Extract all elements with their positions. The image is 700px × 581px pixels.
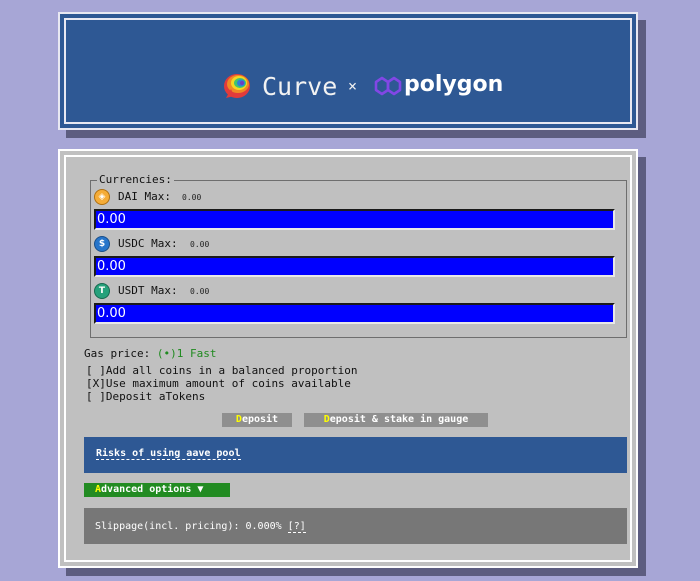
advanced-options-button[interactable]: Advanced options ▼ <box>84 483 230 497</box>
option-balanced-label: Add all coins in a balanced proportion <box>105 364 358 377</box>
deposit-button-label: eposit <box>241 414 279 425</box>
curve-logo-icon <box>224 74 250 98</box>
coin-label-usdt: USDT Max: <box>118 284 178 297</box>
advanced-options-label: dvanced options ▼ <box>101 484 204 495</box>
curve-wordmark: Curve <box>262 72 338 101</box>
option-atokens[interactable]: [ ]Deposit aTokens <box>86 390 205 403</box>
option-max-amount-checkbox[interactable]: [X] <box>86 377 106 390</box>
polygon-logo-icon <box>374 76 402 96</box>
usdc-amount-input[interactable] <box>94 256 615 277</box>
option-atokens-checkbox[interactable]: [ ] <box>86 390 106 403</box>
option-balanced[interactable]: [ ]Add all coins in a balanced proportio… <box>86 364 358 377</box>
deposit-stake-button-label: eposit & stake in gauge <box>329 414 469 425</box>
coin-name-usdt: USDT <box>118 284 145 297</box>
gas-option-fast[interactable]: (•)1 Fast <box>157 347 217 360</box>
slippage-text: Slippage(incl. pricing): 0.000% <box>95 521 282 532</box>
polygon-wordmark: polygon <box>404 72 504 97</box>
coin-name-usdc: USDC <box>118 237 145 250</box>
option-balanced-checkbox[interactable]: [ ] <box>86 364 106 377</box>
coin-max-value-usdc[interactable]: 0.00 <box>190 240 209 249</box>
slippage-bar: Slippage(incl. pricing): 0.000% [?] <box>84 508 627 544</box>
coin-max-label-usdc: Max: <box>151 237 178 250</box>
slippage-row: Slippage(incl. pricing): 0.000% [?] <box>95 521 306 533</box>
coin-max-label-dai: Max: <box>144 190 172 203</box>
usdc-icon: $ <box>94 236 110 252</box>
brand-lockup: Curve × polygon <box>66 66 630 106</box>
gas-price-label: Gas price: <box>84 347 151 360</box>
coin-max-label-usdt: Max: <box>151 284 178 297</box>
header-banner-inner: Curve × polygon <box>64 18 632 124</box>
coin-name-dai: DAI <box>118 190 138 203</box>
currencies-legend: Currencies: <box>97 173 174 186</box>
coin-label-usdc: USDC Max: <box>118 237 178 250</box>
usdt-amount-input[interactable] <box>94 303 615 324</box>
usdt-icon: T <box>94 283 110 299</box>
option-max-amount[interactable]: [X]Use maximum amount of coins available <box>86 377 351 390</box>
brand-separator: × <box>348 77 358 95</box>
deposit-stake-button[interactable]: Deposit & stake in gauge <box>304 413 488 427</box>
slippage-help-link[interactable]: [?] <box>287 521 306 533</box>
deposit-panel: Currencies: ◈ DAI Max: 0.00 $ USDC Max: … <box>58 149 638 568</box>
gas-price-row: Gas price: (•)1 Fast <box>84 347 216 360</box>
option-atokens-label: Deposit aTokens <box>105 390 206 403</box>
risks-link[interactable]: Risks of using aave pool <box>96 448 241 460</box>
coin-label-dai: DAI Max: <box>118 190 171 203</box>
coin-max-value-usdt[interactable]: 0.00 <box>190 287 209 296</box>
risks-bar: Risks of using aave pool <box>84 437 627 473</box>
dai-amount-input[interactable] <box>94 209 615 230</box>
option-max-amount-label: Use maximum amount of coins available <box>105 377 351 390</box>
deposit-panel-inner: Currencies: ◈ DAI Max: 0.00 $ USDC Max: … <box>64 155 632 562</box>
dai-icon: ◈ <box>94 189 110 205</box>
header-banner: Curve × polygon <box>58 12 638 130</box>
deposit-button[interactable]: Deposit <box>222 413 292 427</box>
coin-max-value-dai[interactable]: 0.00 <box>182 193 201 202</box>
